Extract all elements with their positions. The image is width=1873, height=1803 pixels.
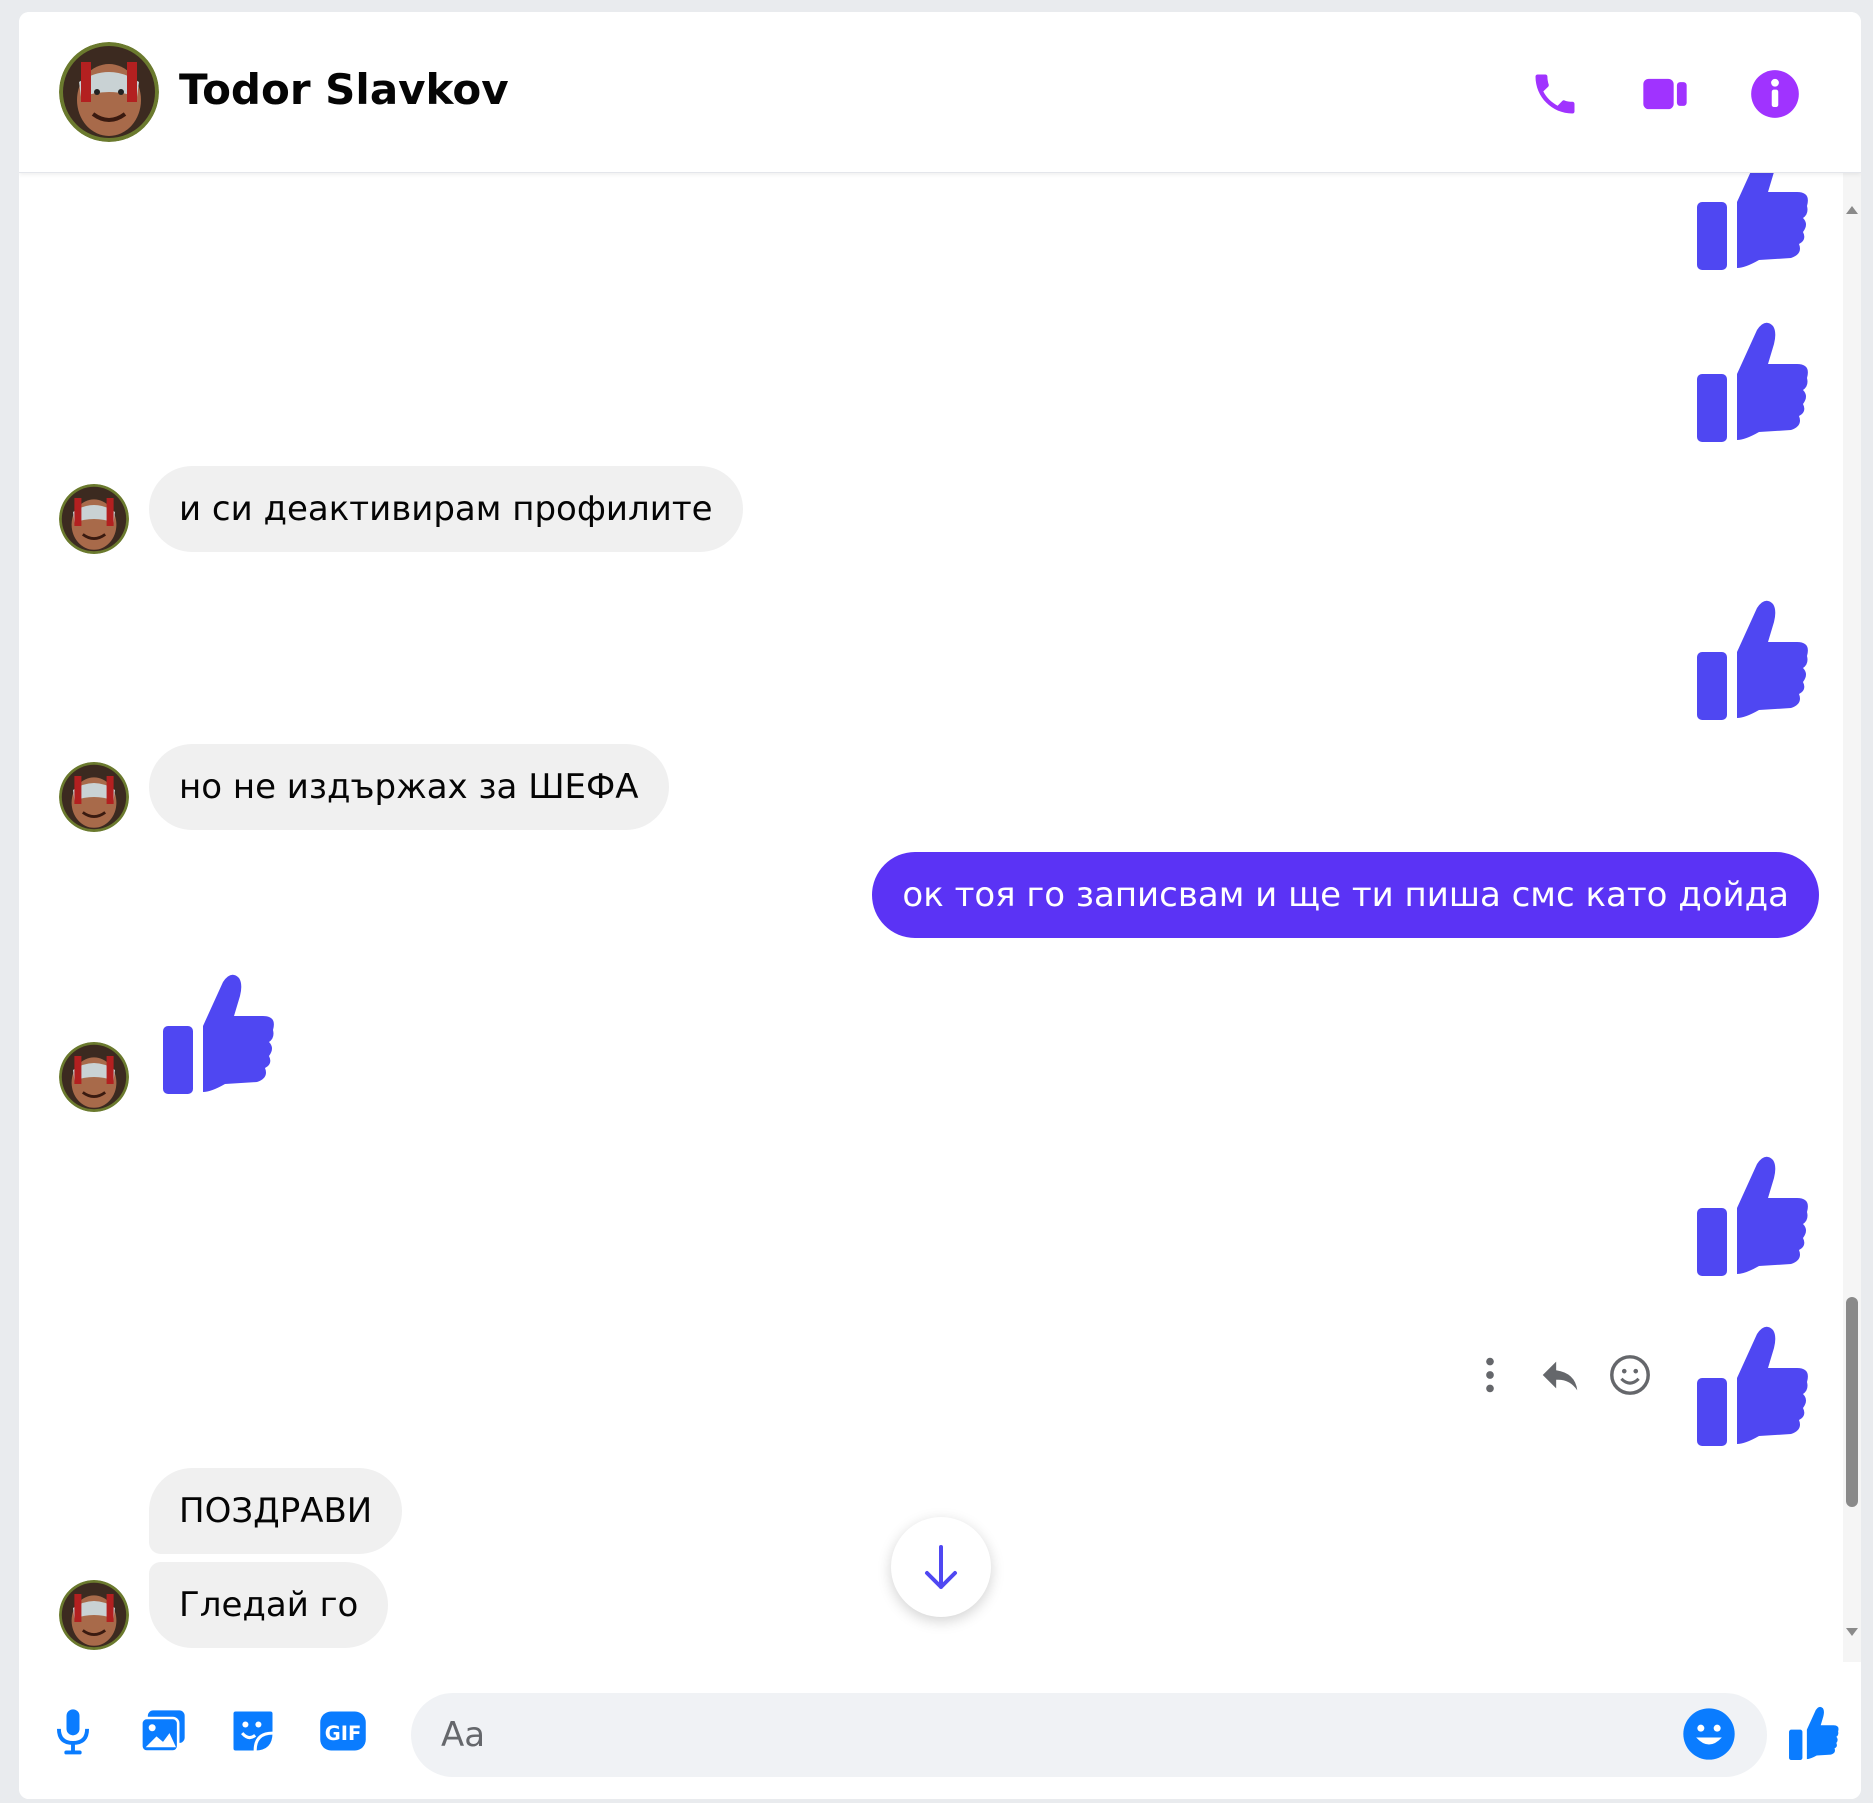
like-message-outgoing[interactable]: [1679, 172, 1809, 270]
microphone-icon[interactable]: [47, 1705, 99, 1757]
message-input[interactable]: [411, 1693, 1767, 1777]
message-composer: GIF: [19, 1662, 1861, 1799]
contact-avatar-small[interactable]: [59, 1042, 129, 1112]
contact-avatar-small[interactable]: [59, 484, 129, 554]
message-list: и си деактивирам профилите но не издържа…: [19, 172, 1843, 1662]
conversation-header: Todor Slavkov: [19, 12, 1861, 173]
contact-name[interactable]: Todor Slavkov: [179, 60, 509, 120]
scroll-up-arrow-icon[interactable]: [1844, 202, 1860, 218]
scroll-thumb[interactable]: [1846, 1297, 1858, 1507]
scroll-to-bottom-button[interactable]: [891, 1517, 991, 1617]
like-message-incoming[interactable]: [145, 964, 275, 1094]
message-bubble-incoming[interactable]: но не издържах за ШЕФА: [149, 744, 669, 830]
image-icon[interactable]: [137, 1705, 189, 1757]
reply-icon[interactable]: [1537, 1352, 1583, 1398]
info-icon[interactable]: [1749, 68, 1801, 120]
like-message-outgoing[interactable]: [1679, 590, 1809, 720]
video-icon[interactable]: [1639, 68, 1691, 120]
message-bubble-incoming[interactable]: ПОЗДРАВИ: [149, 1468, 403, 1554]
like-message-outgoing[interactable]: [1679, 312, 1809, 442]
arrow-down-icon: [925, 1545, 957, 1589]
emoji-icon[interactable]: [1681, 1706, 1737, 1762]
contact-avatar-small[interactable]: [59, 1580, 129, 1650]
message-bubble-incoming[interactable]: Гледай го: [149, 1562, 389, 1648]
message-bubble-outgoing[interactable]: ок тоя го записвам и ще ти пиша смс като…: [872, 852, 1819, 938]
like-message-outgoing[interactable]: [1679, 1146, 1809, 1276]
phone-icon[interactable]: [1529, 68, 1581, 120]
scrollbar[interactable]: [1843, 172, 1861, 1662]
like-icon[interactable]: [1781, 1702, 1839, 1760]
react-icon[interactable]: [1607, 1352, 1653, 1398]
contact-avatar-small[interactable]: [59, 762, 129, 832]
svg-text:GIF: GIF: [325, 1722, 362, 1745]
contact-avatar[interactable]: [59, 42, 159, 142]
chat-window: Todor Slavkov и си деактивирам профилите: [19, 12, 1861, 1799]
scroll-down-arrow-icon[interactable]: [1844, 1624, 1860, 1640]
more-icon[interactable]: [1467, 1352, 1513, 1398]
sticker-icon[interactable]: [227, 1705, 279, 1757]
gif-icon[interactable]: GIF: [317, 1705, 369, 1757]
like-message-outgoing[interactable]: [1679, 1316, 1809, 1446]
message-bubble-incoming[interactable]: и си деактивирам профилите: [149, 466, 743, 552]
